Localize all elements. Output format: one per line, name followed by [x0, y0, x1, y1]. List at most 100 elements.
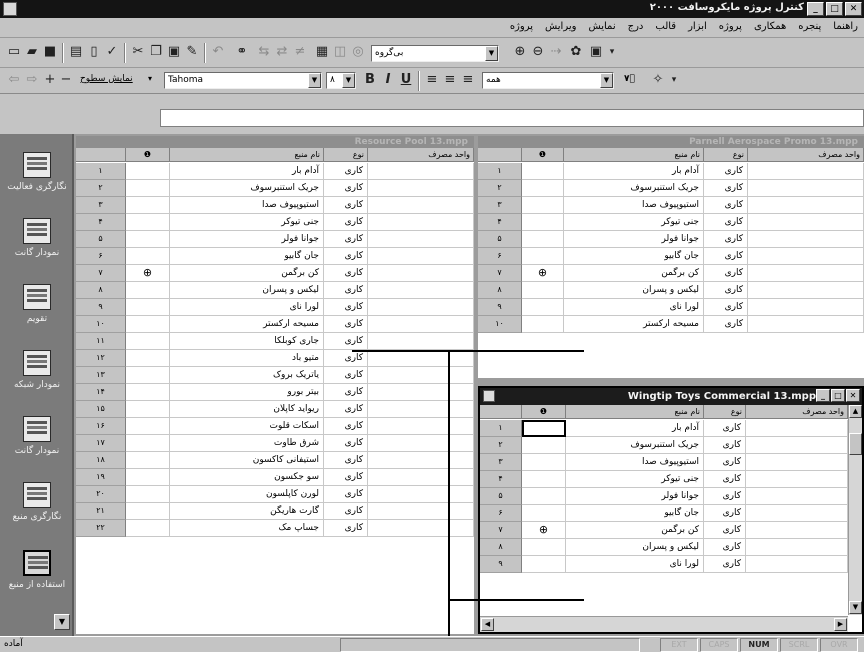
select-all-corner[interactable]: [478, 148, 522, 162]
resource-type-cell[interactable]: کاری: [324, 384, 368, 401]
row-id[interactable]: ۹: [480, 556, 522, 573]
material-label-cell[interactable]: [748, 197, 864, 214]
table-row[interactable]: ۲ جریک استنبرسوف کاری: [480, 437, 848, 454]
toolbar-options-icon-2[interactable]: ▾: [666, 72, 682, 88]
row-id[interactable]: ۸: [480, 539, 522, 556]
resource-type-cell[interactable]: کاری: [704, 454, 746, 471]
resource-name-cell[interactable]: لورن کاپلسون: [170, 486, 324, 503]
group-by-combo[interactable]: بی‌گروه ▼: [371, 45, 499, 62]
resource-name-cell[interactable]: جان گابیو: [564, 248, 704, 265]
paste-icon[interactable]: ▣: [166, 44, 182, 60]
material-column-header[interactable]: واحد مصرف: [748, 148, 864, 162]
select-all-corner[interactable]: [76, 148, 126, 162]
material-label-cell[interactable]: [368, 469, 474, 486]
copy-picture-icon[interactable]: ✿: [568, 44, 584, 60]
italic-icon[interactable]: I: [380, 72, 396, 88]
row-id[interactable]: ۲۰: [76, 486, 126, 503]
resource-name-cell[interactable]: یاتریک بروک: [170, 367, 324, 384]
resource-type-cell[interactable]: کاری: [704, 316, 748, 333]
font-size-combo[interactable]: ۸ ▼: [326, 72, 356, 89]
resource-type-cell[interactable]: کاری: [324, 452, 368, 469]
resource-type-cell[interactable]: کاری: [324, 316, 368, 333]
table-row[interactable]: ۲ جریک استنبرسوف کاری: [478, 180, 864, 197]
menu-item-0[interactable]: پروژه: [510, 21, 533, 32]
minimize-button[interactable]: _: [807, 2, 824, 16]
material-label-cell[interactable]: [368, 384, 474, 401]
zoom-in-icon[interactable]: ⊕: [512, 44, 528, 60]
resource-type-cell[interactable]: کاری: [704, 231, 748, 248]
task-info-icon[interactable]: ▦: [314, 44, 330, 60]
row-id[interactable]: ۱۳: [76, 367, 126, 384]
resource-type-cell[interactable]: کاری: [324, 265, 368, 282]
table-row[interactable]: ۲۲ جساپ مک کاری: [76, 520, 474, 537]
row-id[interactable]: ۱۲: [76, 350, 126, 367]
table-row[interactable]: ۱ آدام بار کاری: [76, 163, 474, 180]
resource-type-cell[interactable]: کاری: [704, 437, 746, 454]
resource-name-cell[interactable]: لیکس و پسران: [564, 282, 704, 299]
row-id[interactable]: ۶: [76, 248, 126, 265]
row-id[interactable]: ۵: [478, 231, 522, 248]
row-id[interactable]: ۳: [76, 197, 126, 214]
resource-type-cell[interactable]: کاری: [324, 520, 368, 537]
material-label-cell[interactable]: [746, 505, 848, 522]
view-item-1[interactable]: نمودار گانت: [0, 218, 74, 259]
table-row[interactable]: ۲۰ لورن کاپلسون کاری: [76, 486, 474, 503]
row-id[interactable]: ۹: [478, 299, 522, 316]
resource-type-cell[interactable]: کاری: [704, 265, 748, 282]
row-id[interactable]: ۷: [76, 265, 126, 282]
resource-name-cell[interactable]: استیوپیوف صدا: [566, 454, 704, 471]
table-row[interactable]: ۸ لیکس و پسران کاری: [480, 539, 848, 556]
resource-name-cell[interactable]: ریواید کاپلان: [170, 401, 324, 418]
entry-field[interactable]: [160, 109, 864, 127]
table-row[interactable]: ۴ جنی تیوکر کاری: [76, 214, 474, 231]
resource-name-cell[interactable]: استیوپیوف صدا: [170, 197, 324, 214]
row-id[interactable]: ۱: [76, 163, 126, 180]
row-id[interactable]: ۱۱: [76, 333, 126, 350]
table-row[interactable]: ۱۰ مسیحه ارکستر کاری: [478, 316, 864, 333]
table-row[interactable]: ۲۱ گارت هاریگن کاری: [76, 503, 474, 520]
row-id[interactable]: ۲: [76, 180, 126, 197]
table-row[interactable]: ۵ جوانا فولر کاری: [76, 231, 474, 248]
table-row[interactable]: ۵ جوانا فولر کاری: [478, 231, 864, 248]
filter-combo[interactable]: همه ▼: [482, 72, 614, 89]
material-column-header[interactable]: واحد مصرف: [368, 148, 474, 162]
undo-icon[interactable]: ↶: [210, 44, 226, 60]
row-id[interactable]: ۱۴: [76, 384, 126, 401]
material-label-cell[interactable]: [368, 265, 474, 282]
resource-name-cell[interactable]: لیکس و پسران: [170, 282, 324, 299]
font-combo[interactable]: Tahoma ▼: [164, 72, 322, 89]
row-id[interactable]: ۴: [480, 471, 522, 488]
material-label-cell[interactable]: [368, 163, 474, 180]
table-row[interactable]: ۱۱ جاری کوبلکا کاری: [76, 333, 474, 350]
material-label-cell[interactable]: [746, 437, 848, 454]
resource-name-cell[interactable]: سو جکسون: [170, 469, 324, 486]
table-row[interactable]: ۳ استیوپیوف صدا کاری: [478, 197, 864, 214]
table-row[interactable]: ۶ جان گابیو کاری: [478, 248, 864, 265]
row-id[interactable]: ۸: [76, 282, 126, 299]
cut-icon[interactable]: ✂: [130, 44, 146, 60]
resource-name-cell[interactable]: شرق طاوت: [170, 435, 324, 452]
spelling-icon[interactable]: ✓: [104, 44, 120, 60]
resource-type-cell[interactable]: کاری: [324, 401, 368, 418]
resource-type-cell[interactable]: کاری: [324, 367, 368, 384]
name-column-header[interactable]: نام منبع: [566, 405, 704, 419]
resource-name-cell[interactable]: جنی تیوکر: [564, 214, 704, 231]
table-row[interactable]: ۱۷ شرق طاوت کاری: [76, 435, 474, 452]
table-row[interactable]: ۳ استیوپیوف صدا کاری: [76, 197, 474, 214]
material-label-cell[interactable]: [368, 197, 474, 214]
row-id[interactable]: ۱: [480, 420, 522, 437]
resource-type-cell[interactable]: کاری: [324, 435, 368, 452]
scroll-thumb[interactable]: [849, 433, 862, 455]
row-id[interactable]: ۱۹: [76, 469, 126, 486]
name-column-header[interactable]: نام منبع: [170, 148, 324, 162]
row-id[interactable]: ۳: [480, 454, 522, 471]
material-label-cell[interactable]: [746, 556, 848, 573]
material-label-cell[interactable]: [368, 486, 474, 503]
resource-type-cell[interactable]: کاری: [704, 282, 748, 299]
menu-item-9[interactable]: راهنما: [833, 21, 858, 32]
material-label-cell[interactable]: [368, 333, 474, 350]
unlink-tasks-icon[interactable]: ⇄: [274, 44, 290, 60]
wingtip-maximize-button[interactable]: □: [831, 389, 845, 402]
resource-type-cell[interactable]: کاری: [704, 180, 748, 197]
resource-name-cell[interactable]: جساپ مک: [170, 520, 324, 537]
